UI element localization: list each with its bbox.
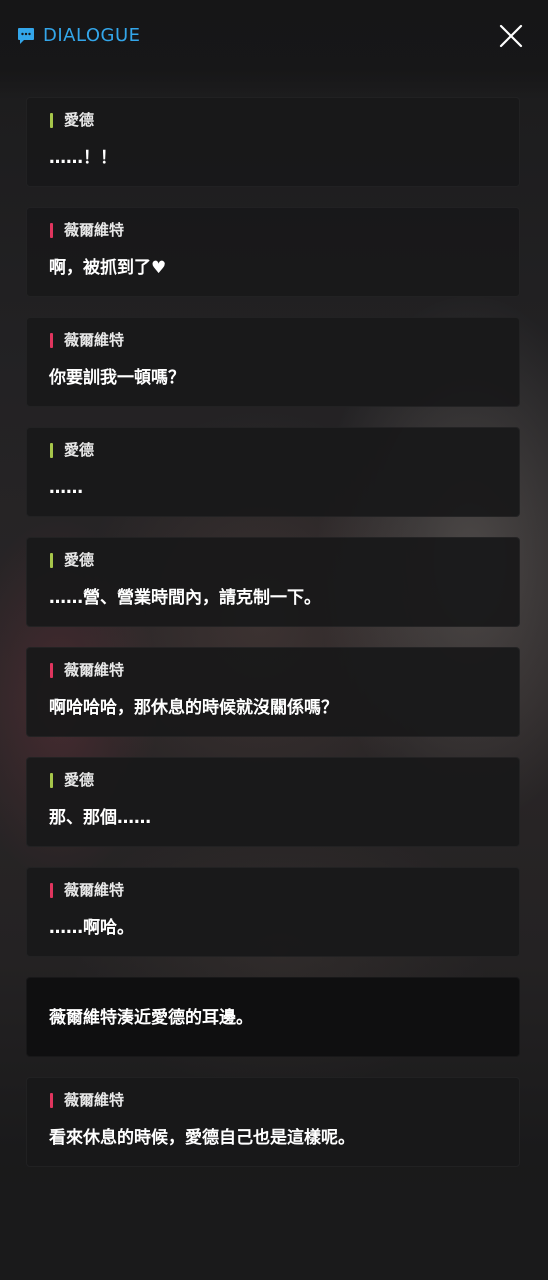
close-icon[interactable] (496, 21, 526, 51)
dialogue-entry: 薇爾維特 看來休息的時候，愛德自己也是這樣呢。 (26, 1077, 520, 1167)
dialogue-title: DIALOGUE (43, 25, 141, 46)
speaker-name: 薇爾維特 (64, 331, 125, 349)
dialogue-text: 啊哈哈哈，那休息的時候就沒關係嗎？ (49, 698, 338, 718)
dialogue-text: 你要訓我一頓嗎？ (49, 368, 185, 388)
speaker-color-bar (50, 663, 53, 678)
dialogue-entry: 愛德 ……！！ (26, 97, 520, 187)
dialogue-entry: 薇爾維特 啊，被抓到了♥ (26, 207, 520, 297)
speaker-color-bar (50, 883, 53, 898)
dialogue-entry: 薇爾維特 ……啊哈。 (26, 867, 520, 957)
dialogue-text: ……啊哈。 (49, 918, 134, 938)
speaker-name: 愛德 (64, 441, 95, 459)
speaker-name: 愛德 (64, 771, 95, 789)
dialogue-text: ……營、營業時間內，請克制一下。 (49, 588, 321, 608)
narration-text: 薇爾維特湊近愛德的耳邊。 (49, 1008, 253, 1028)
dialogue-header: DIALOGUE (0, 0, 548, 72)
speaker-name: 愛德 (64, 111, 95, 129)
dialogue-entry: 薇爾維特 啊哈哈哈，那休息的時候就沒關係嗎？ (26, 647, 520, 737)
speaker-name: 薇爾維特 (64, 881, 125, 899)
speaker-color-bar (50, 773, 53, 788)
speaker-color-bar (50, 223, 53, 238)
dialogue-text: ……！！ (49, 148, 117, 168)
speaker-name: 薇爾維特 (64, 221, 125, 239)
speaker-name: 薇爾維特 (64, 1091, 125, 1109)
speaker-color-bar (50, 113, 53, 128)
dialogue-text: …… (49, 478, 83, 498)
speaker-name: 薇爾維特 (64, 661, 125, 679)
close-button[interactable] (496, 21, 526, 51)
chat-bubble-icon (18, 28, 34, 44)
speaker-color-bar (50, 443, 53, 458)
narration-entry: 薇爾維特湊近愛德的耳邊。 (26, 977, 520, 1057)
dialogue-text: 那、那個…… (49, 808, 151, 828)
dialogue-entry: 愛德 ……營、營業時間內，請克制一下。 (26, 537, 520, 627)
speaker-color-bar (50, 333, 53, 348)
speaker-name: 愛德 (64, 551, 95, 569)
dialogue-entry: 薇爾維特 你要訓我一頓嗎？ (26, 317, 520, 407)
speaker-color-bar (50, 553, 53, 568)
dialogue-list[interactable]: 愛德 ……！！ 薇爾維特 啊，被抓到了♥ 薇爾維特 你要訓我一頓嗎？ 愛德 ……… (26, 97, 522, 1187)
dialogue-entry: 愛德 …… (26, 427, 520, 517)
dialogue-text: 啊，被抓到了♥ (49, 258, 167, 278)
speaker-color-bar (50, 1093, 53, 1108)
dialogue-text: 看來休息的時候，愛德自己也是這樣呢。 (49, 1128, 355, 1148)
dialogue-entry: 愛德 那、那個…… (26, 757, 520, 847)
